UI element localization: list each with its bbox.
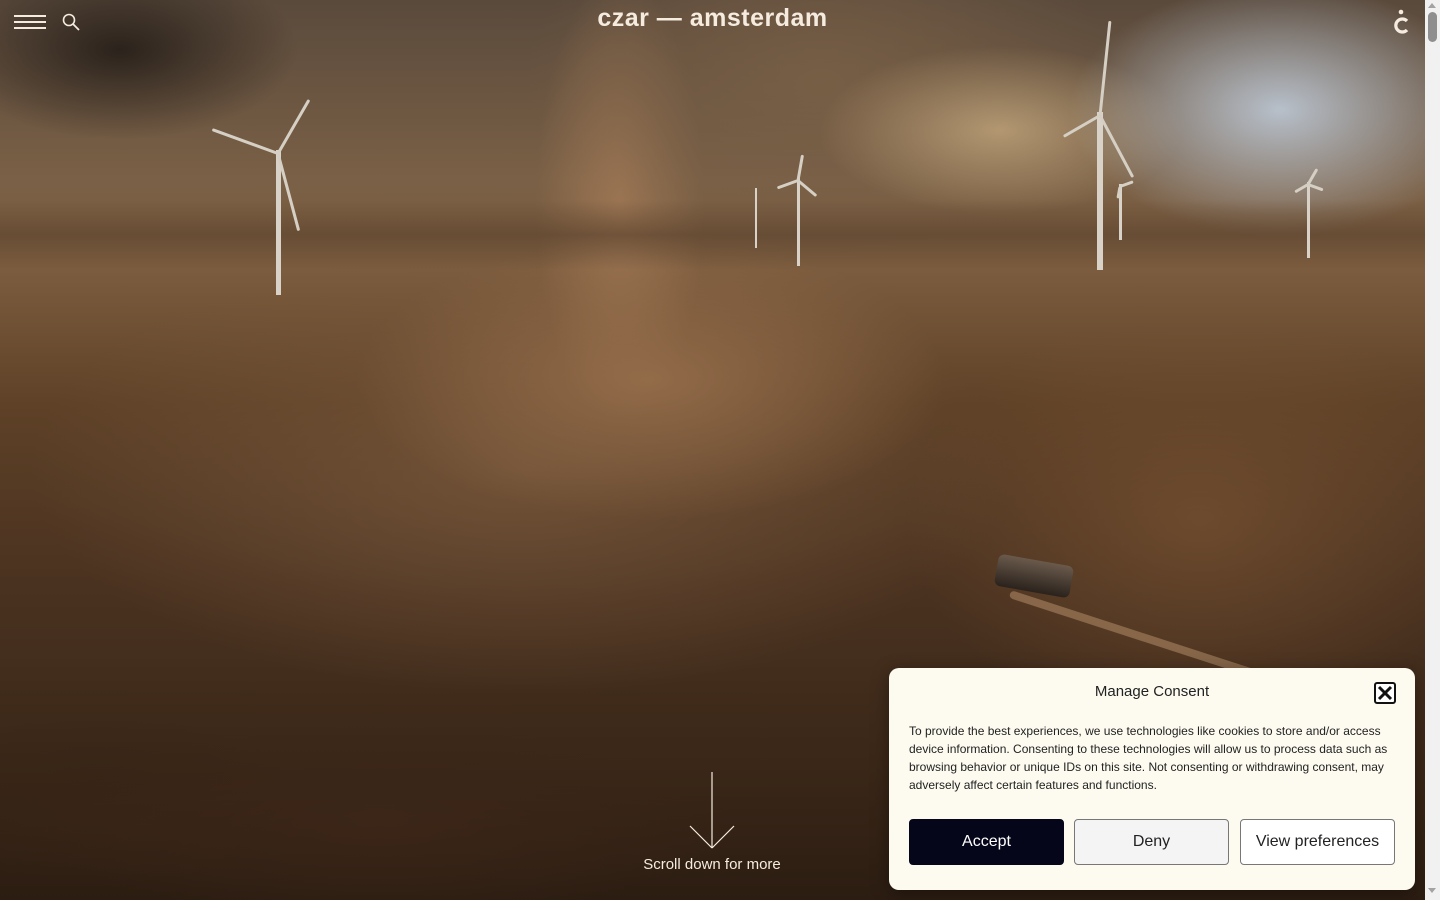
scroll-up-arrow-icon[interactable]	[1428, 3, 1436, 8]
close-icon[interactable]	[1374, 682, 1396, 704]
site-logo-wordmark[interactable]: czar — amsterdam	[0, 4, 1425, 33]
scroll-down-arrow-icon[interactable]	[1428, 888, 1436, 893]
scroll-down-cue[interactable]: Scroll down for more	[612, 770, 812, 873]
deny-button[interactable]: Deny	[1074, 819, 1229, 865]
view-preferences-button[interactable]: View preferences	[1240, 819, 1395, 865]
arrow-down-icon	[689, 772, 735, 849]
scrollbar-thumb[interactable]	[1428, 12, 1437, 42]
site-header: czar — amsterdam	[0, 0, 1425, 44]
rock-outcrop	[0, 680, 1000, 900]
scroll-cue-label: Scroll down for more	[643, 856, 781, 873]
consent-dialog: Manage Consent To provide the best exper…	[889, 668, 1415, 890]
pickup-truck	[993, 553, 1075, 599]
consent-body-text: To provide the best experiences, we use …	[909, 724, 1388, 792]
horizon-haze	[0, 200, 1425, 270]
consent-title: Manage Consent	[1094, 683, 1210, 700]
page-scrollbar[interactable]	[1425, 0, 1440, 900]
czar-c-logo-icon[interactable]	[1391, 8, 1411, 36]
accept-button[interactable]: Accept	[909, 819, 1064, 865]
